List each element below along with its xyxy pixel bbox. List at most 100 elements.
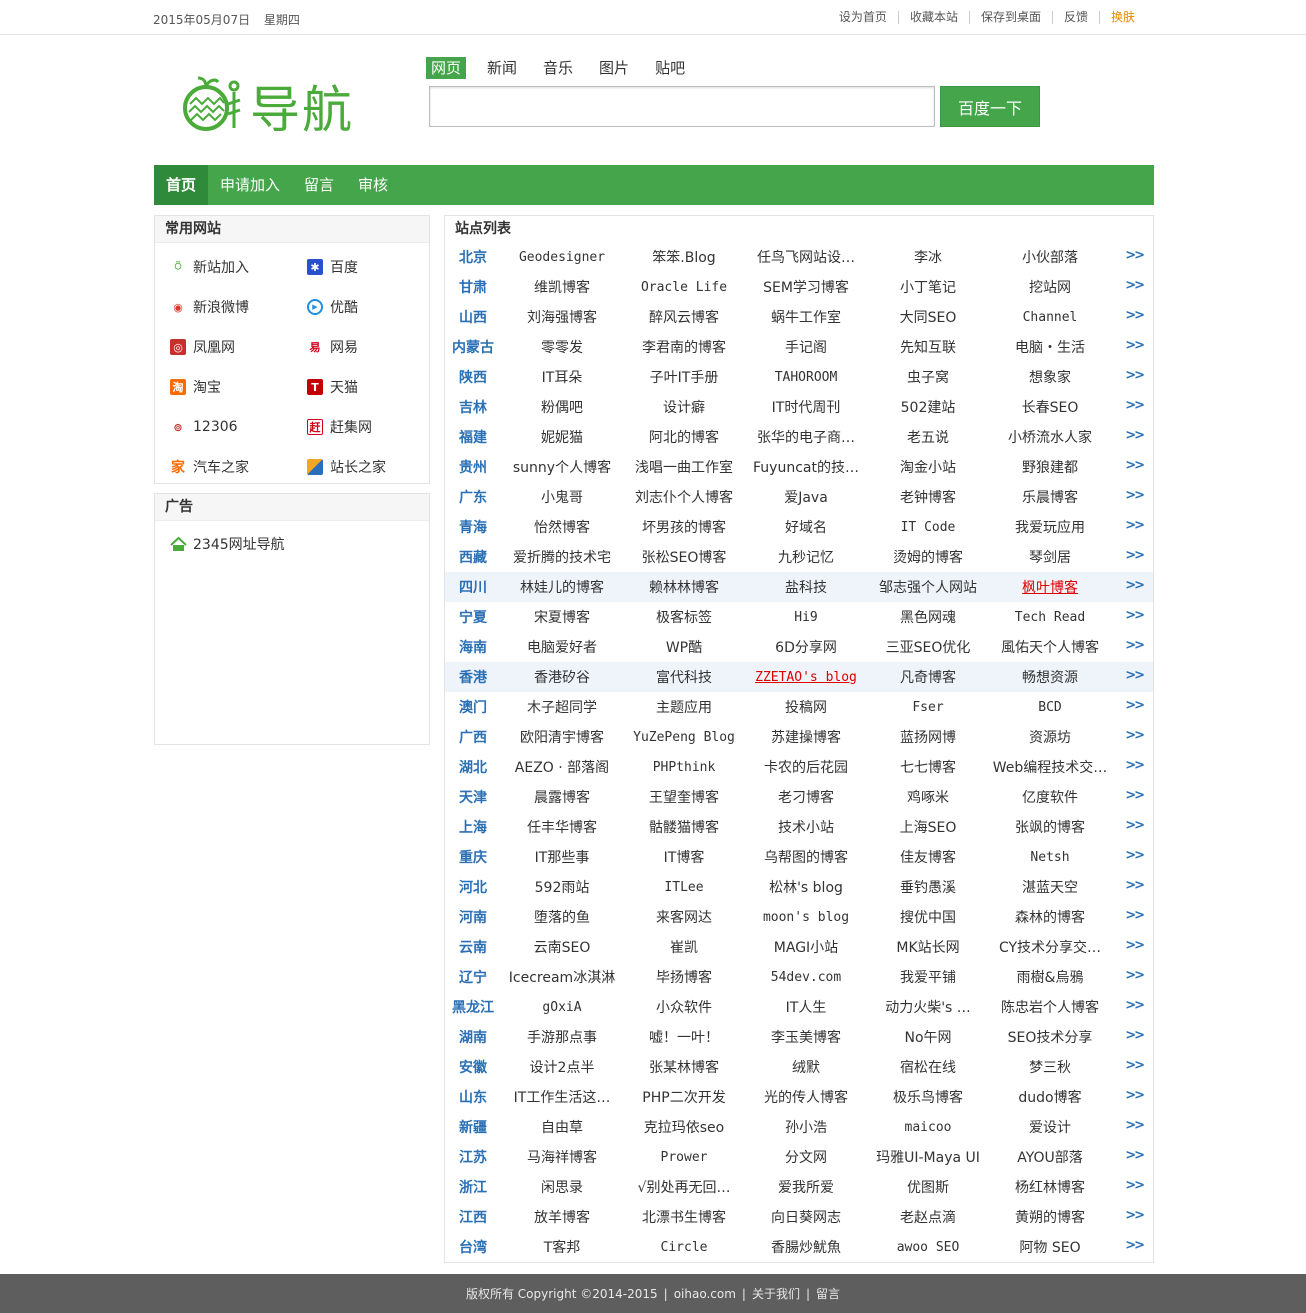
site-link[interactable]: 三亚SEO优化 — [867, 637, 989, 657]
more-arrow-icon[interactable]: >> — [1125, 548, 1145, 563]
site-link[interactable]: dudo博客 — [989, 1087, 1111, 1107]
site-link[interactable]: 骷髅猫博客 — [623, 817, 745, 837]
site-ganji[interactable]: 赶 赶集网 — [292, 407, 429, 447]
site-link[interactable]: 592雨站 — [501, 877, 623, 897]
site-link[interactable]: 阿北的博客 — [623, 427, 745, 447]
more-arrow-icon[interactable]: >> — [1125, 938, 1145, 953]
site-link[interactable]: 七七博客 — [867, 757, 989, 777]
nav-home[interactable]: 首页 — [154, 165, 209, 205]
nav-message[interactable]: 留言 — [292, 165, 346, 205]
site-link[interactable]: 云南SEO — [501, 937, 623, 957]
site-link[interactable]: 动力火柴's … — [867, 997, 989, 1017]
more-arrow-icon[interactable]: >> — [1125, 698, 1145, 713]
site-link[interactable]: 黑色网魂 — [867, 607, 989, 627]
site-link[interactable]: 好域名 — [745, 517, 867, 537]
site-link[interactable]: WP酷 — [623, 637, 745, 657]
site-link[interactable]: 畅想资源 — [989, 667, 1111, 687]
site-link[interactable]: 维凯博客 — [501, 277, 623, 297]
site-link[interactable]: 绒默 — [745, 1057, 867, 1077]
site-link[interactable]: 长春SEO — [989, 397, 1111, 417]
site-link[interactable]: 晨露博客 — [501, 787, 623, 807]
site-link[interactable]: 张松SEO博客 — [623, 547, 745, 567]
site-link[interactable]: 凡奇博客 — [867, 667, 989, 687]
more-arrow-icon[interactable]: >> — [1125, 338, 1145, 353]
site-link[interactable]: Icecream冰淇淋 — [501, 967, 623, 987]
site-link[interactable]: IT时代周刊 — [745, 397, 867, 417]
site-link[interactable]: TAHOROOM — [745, 370, 867, 385]
footer-about-link[interactable]: 关于我们 — [746, 1285, 806, 1302]
province-label[interactable]: 西藏 — [445, 547, 501, 567]
province-label[interactable]: 上海 — [445, 817, 501, 837]
site-youku[interactable]: ▶ 优酷 — [292, 287, 429, 327]
site-link[interactable]: ZZETAO's blog — [745, 670, 867, 685]
site-link[interactable]: Oracle Life — [623, 280, 745, 295]
tab-music[interactable]: 音乐 — [538, 57, 578, 79]
site-link[interactable]: 卡农的后花园 — [745, 757, 867, 777]
province-label[interactable]: 福建 — [445, 427, 501, 447]
more-arrow-icon[interactable]: >> — [1125, 518, 1145, 533]
site-link[interactable]: 陈忠岩个人博客 — [989, 997, 1111, 1017]
site-link[interactable]: 怡然博客 — [501, 517, 623, 537]
site-link[interactable]: Web编程技术交… — [989, 757, 1111, 777]
site-link[interactable]: 大同SEO — [867, 307, 989, 327]
nav-review[interactable]: 审核 — [346, 165, 400, 205]
more-arrow-icon[interactable]: >> — [1125, 1238, 1145, 1253]
change-skin-link[interactable]: 换肤 — [1098, 11, 1146, 24]
set-homepage-link[interactable]: 设为首页 — [828, 11, 898, 24]
province-label[interactable]: 四川 — [445, 577, 501, 597]
province-label[interactable]: 内蒙古 — [445, 337, 501, 357]
site-link[interactable]: T客邦 — [501, 1237, 623, 1257]
province-label[interactable]: 香港 — [445, 667, 501, 687]
site-link[interactable]: 琴剑居 — [989, 547, 1111, 567]
site-link[interactable]: 木子超同学 — [501, 697, 623, 717]
site-link[interactable]: 嘘！一叶！ — [623, 1027, 745, 1047]
site-link[interactable]: 来客网达 — [623, 907, 745, 927]
site-link[interactable]: MK站长网 — [867, 937, 989, 957]
site-tmall[interactable]: T 天猫 — [292, 367, 429, 407]
site-link[interactable]: 杨红林博客 — [989, 1177, 1111, 1197]
site-link[interactable]: 鸡啄米 — [867, 787, 989, 807]
site-link[interactable]: 赖林林博客 — [623, 577, 745, 597]
more-arrow-icon[interactable]: >> — [1125, 908, 1145, 923]
site-link[interactable]: 优图斯 — [867, 1177, 989, 1197]
site-link[interactable]: 森林的博客 — [989, 907, 1111, 927]
site-link[interactable]: 手游那点事 — [501, 1027, 623, 1047]
more-arrow-icon[interactable]: >> — [1125, 368, 1145, 383]
site-link[interactable]: 富代科技 — [623, 667, 745, 687]
more-arrow-icon[interactable]: >> — [1125, 878, 1145, 893]
site-2345[interactable]: 2345网址导航 — [155, 525, 429, 563]
site-link[interactable]: 极乐鸟博客 — [867, 1087, 989, 1107]
site-link[interactable]: 张某林博客 — [623, 1057, 745, 1077]
more-arrow-icon[interactable]: >> — [1125, 788, 1145, 803]
site-link[interactable]: 子叶IT手册 — [623, 367, 745, 387]
site-chinaz[interactable]: 站长之家 — [292, 447, 429, 487]
site-link[interactable]: 垂钓愚溪 — [867, 877, 989, 897]
site-link[interactable]: 玛雅UI-Maya UI — [867, 1147, 989, 1167]
more-arrow-icon[interactable]: >> — [1125, 728, 1145, 743]
site-link[interactable]: 爱设计 — [989, 1117, 1111, 1137]
site-link[interactable]: Prower — [623, 1150, 745, 1165]
site-link[interactable]: IT那些事 — [501, 847, 623, 867]
site-link[interactable]: 挖站网 — [989, 277, 1111, 297]
province-label[interactable]: 台湾 — [445, 1237, 501, 1257]
site-link[interactable]: 欧阳清宇博客 — [501, 727, 623, 747]
more-arrow-icon[interactable]: >> — [1125, 1028, 1145, 1043]
site-link[interactable]: 孙小浩 — [745, 1117, 867, 1137]
province-label[interactable]: 甘肃 — [445, 277, 501, 297]
province-label[interactable]: 江苏 — [445, 1147, 501, 1167]
more-arrow-icon[interactable]: >> — [1125, 458, 1145, 473]
province-label[interactable]: 青海 — [445, 517, 501, 537]
province-label[interactable]: 云南 — [445, 937, 501, 957]
site-link[interactable]: 零零发 — [501, 337, 623, 357]
site-link[interactable]: 自由草 — [501, 1117, 623, 1137]
site-netease[interactable]: 易 网易 — [292, 327, 429, 367]
site-link[interactable]: 毕扬博客 — [623, 967, 745, 987]
site-link[interactable]: IT耳朵 — [501, 367, 623, 387]
site-link[interactable]: 松林's blog — [745, 877, 867, 897]
site-link[interactable]: 任鸟飞网站设… — [745, 247, 867, 267]
province-label[interactable]: 澳门 — [445, 697, 501, 717]
site-link[interactable]: 野狼建都 — [989, 457, 1111, 477]
more-arrow-icon[interactable]: >> — [1125, 248, 1145, 263]
site-link[interactable]: 老赵点滴 — [867, 1207, 989, 1227]
province-label[interactable]: 广东 — [445, 487, 501, 507]
